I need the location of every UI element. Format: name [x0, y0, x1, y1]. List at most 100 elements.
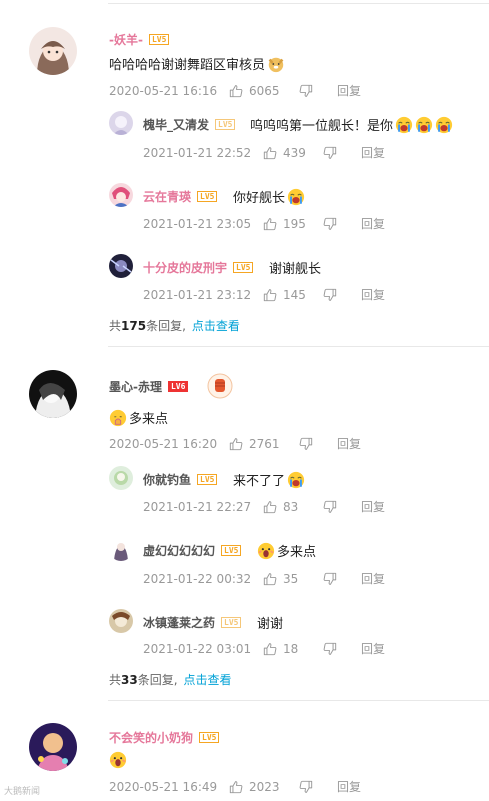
watermark: 大鹅新闻 [4, 787, 41, 797]
reply-body: 多来点 [277, 545, 317, 560]
username-text[interactable]: 墨心-赤理 [109, 380, 162, 394]
reply-username-text[interactable]: 云在青瑛 [143, 190, 191, 204]
reply-username[interactable]: 你就钓鱼 LV5 [143, 471, 218, 488]
thumb-down-icon [323, 572, 337, 586]
top-divider [108, 3, 489, 4]
scream-emoji-icon [109, 751, 127, 769]
avatar[interactable] [29, 370, 77, 418]
like-button[interactable]: 35 [263, 572, 323, 586]
like-button[interactable]: 83 [263, 500, 323, 514]
reply-body: 谢谢舰长 [269, 262, 322, 277]
reply-body: 谢谢 [257, 617, 284, 632]
level-badge: LV5 [197, 191, 218, 202]
level-badge: LV5 [199, 732, 220, 743]
reply-button[interactable]: 回复 [361, 498, 385, 515]
like-button[interactable]: 145 [263, 288, 323, 302]
reply-username-text[interactable]: 虚幻幻幻幻幻 [143, 544, 215, 558]
dislike-button[interactable] [323, 500, 361, 514]
timestamp: 2021-01-21 22:52 [143, 145, 252, 160]
reply-meta: 2021-01-22 00:32 35 回复 [143, 570, 385, 587]
reply-body: 来不了了 [233, 474, 286, 489]
level-badge: LV5 [221, 617, 242, 628]
scream-emoji-icon [257, 542, 275, 560]
dislike-button[interactable] [323, 642, 361, 656]
thumb-up-icon [263, 146, 277, 160]
cry-emoji-icon [287, 188, 305, 206]
thumb-down-icon [299, 780, 313, 794]
thumb-up-icon [263, 642, 277, 656]
timestamp: 2020-05-21 16:16 [109, 83, 218, 98]
dislike-button[interactable] [323, 146, 361, 160]
like-button[interactable]: 195 [263, 217, 323, 231]
more-replies: 共33条回复, 点击查看 [109, 671, 232, 688]
reply-button[interactable]: 回复 [361, 215, 385, 232]
like-count: 35 [283, 571, 299, 586]
timestamp: 2021-01-22 03:01 [143, 641, 252, 656]
level-badge: LV5 [221, 545, 242, 556]
reply-avatar[interactable] [109, 537, 133, 561]
like-count: 2023 [249, 779, 280, 794]
reply-username-text[interactable]: 你就钓鱼 [143, 473, 191, 487]
reply-username[interactable]: 虚幻幻幻幻幻 LV5 [143, 542, 242, 559]
reply-username[interactable]: 十分皮的皮刑宇 LV5 [143, 259, 254, 276]
reply-avatar[interactable] [109, 183, 133, 207]
reply-username-text[interactable]: 十分皮的皮刑宇 [143, 261, 227, 275]
reply-button[interactable]: 回复 [361, 570, 385, 587]
reply-avatar[interactable] [109, 609, 133, 633]
reply-avatar[interactable] [109, 466, 133, 490]
reply-button[interactable]: 回复 [337, 82, 361, 99]
reply-username-text[interactable]: 槐毕_又清发 [143, 118, 209, 132]
thumb-up-icon [263, 572, 277, 586]
divider [108, 346, 489, 347]
dislike-button[interactable] [323, 288, 361, 302]
username-text[interactable]: 不会笑的小奶狗 [109, 731, 193, 745]
reply-button[interactable]: 回复 [361, 286, 385, 303]
like-count: 195 [283, 216, 306, 231]
reply-username[interactable]: 冰镇蓬莱之药 LV5 [143, 614, 242, 631]
like-button[interactable]: 439 [263, 146, 323, 160]
dislike-button[interactable] [323, 217, 361, 231]
username[interactable]: 墨心-赤理 LV6 [109, 378, 189, 395]
like-count: 6065 [249, 83, 280, 98]
reply-text: 多来点 [257, 541, 316, 560]
more-suffix: 条回复, [137, 673, 178, 687]
dislike-button[interactable] [299, 84, 337, 98]
like-button[interactable]: 2023 [229, 780, 299, 794]
reply-text: 谢谢 [257, 613, 283, 632]
dislike-button[interactable] [299, 437, 337, 451]
username[interactable]: -妖羊- LV5 [109, 31, 170, 48]
reply-username[interactable]: 槐毕_又清发 LV5 [143, 116, 236, 133]
reply-meta: 2021-01-21 23:05 195 回复 [143, 215, 385, 232]
reply-button[interactable]: 回复 [361, 144, 385, 161]
reply-button[interactable]: 回复 [337, 778, 361, 795]
like-button[interactable]: 2761 [229, 437, 299, 451]
username[interactable]: 不会笑的小奶狗 LV5 [109, 729, 220, 746]
view-replies-link[interactable]: 点击查看 [184, 673, 232, 687]
reply-button[interactable]: 回复 [337, 435, 361, 452]
thumb-up-icon [263, 288, 277, 302]
comment-meta: 2020-05-21 16:16 6065 回复 [109, 82, 361, 99]
cry-emoji-icon [395, 116, 413, 134]
reply-avatar[interactable] [109, 254, 133, 278]
reply-button[interactable]: 回复 [361, 640, 385, 657]
reply-username[interactable]: 云在青瑛 LV5 [143, 188, 218, 205]
avatar[interactable] [29, 723, 77, 771]
comment-body: 哈哈哈哈谢谢舞蹈区审核员 [109, 58, 266, 73]
reply-body: 你好舰长 [233, 191, 286, 206]
avatar[interactable] [29, 27, 77, 75]
like-count: 439 [283, 145, 306, 160]
reply-avatar[interactable] [109, 111, 133, 135]
like-button[interactable]: 6065 [229, 84, 299, 98]
thumb-down-icon [323, 288, 337, 302]
reply-username-text[interactable]: 冰镇蓬莱之药 [143, 616, 215, 630]
dislike-button[interactable] [323, 572, 361, 586]
view-replies-link[interactable]: 点击查看 [192, 319, 240, 333]
thumb-up-icon [263, 217, 277, 231]
level-badge: LV5 [197, 474, 218, 485]
dislike-button[interactable] [299, 780, 337, 794]
comment-meta: 2020-05-21 16:20 2761 回复 [109, 435, 361, 452]
like-button[interactable]: 18 [263, 642, 323, 656]
comment-meta: 2020-05-21 16:49 2023 回复 [109, 778, 361, 795]
username-text[interactable]: -妖羊- [109, 33, 143, 47]
reply-text: 你好舰长 [233, 187, 305, 206]
